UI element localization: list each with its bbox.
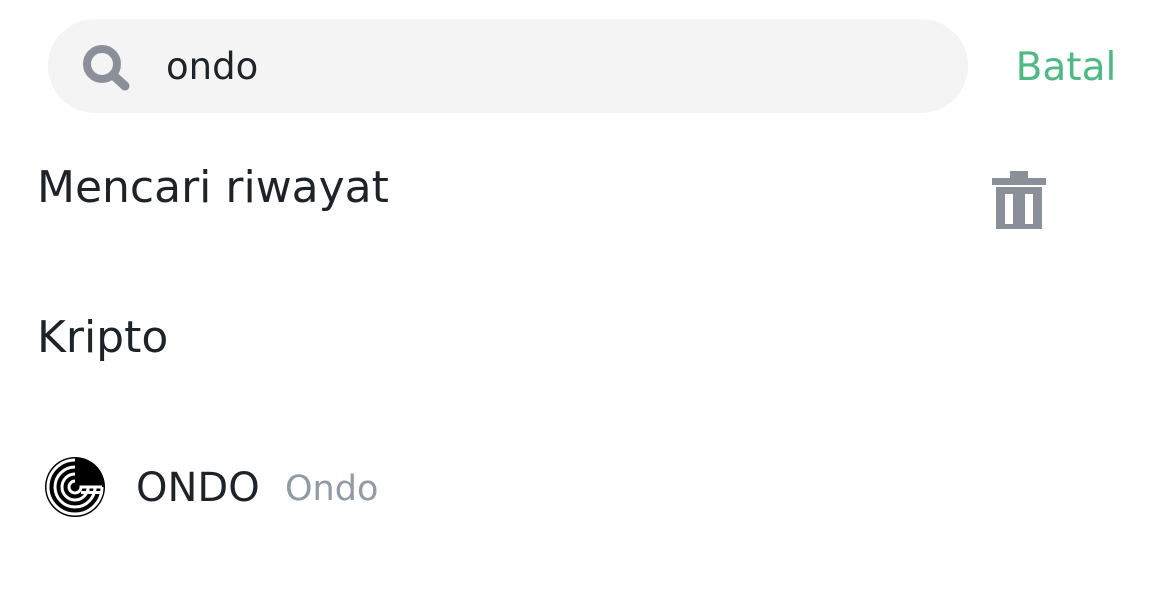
search-icon <box>83 45 130 91</box>
search-history-title: Mencari riwayat <box>37 162 389 213</box>
crypto-section-title: Kripto <box>37 312 169 363</box>
coin-name: Ondo <box>285 469 379 509</box>
trash-icon[interactable] <box>986 166 1052 232</box>
crypto-result-row[interactable]: ONDO Ondo <box>0 442 1170 534</box>
ondo-logo-icon <box>45 457 105 517</box>
cancel-button[interactable]: Batal <box>1004 40 1128 96</box>
search-input[interactable] <box>166 40 926 94</box>
search-page: Batal Mencari riwayat Kripto ONDO Ondo <box>0 0 1170 589</box>
coin-symbol: ONDO <box>136 465 260 511</box>
